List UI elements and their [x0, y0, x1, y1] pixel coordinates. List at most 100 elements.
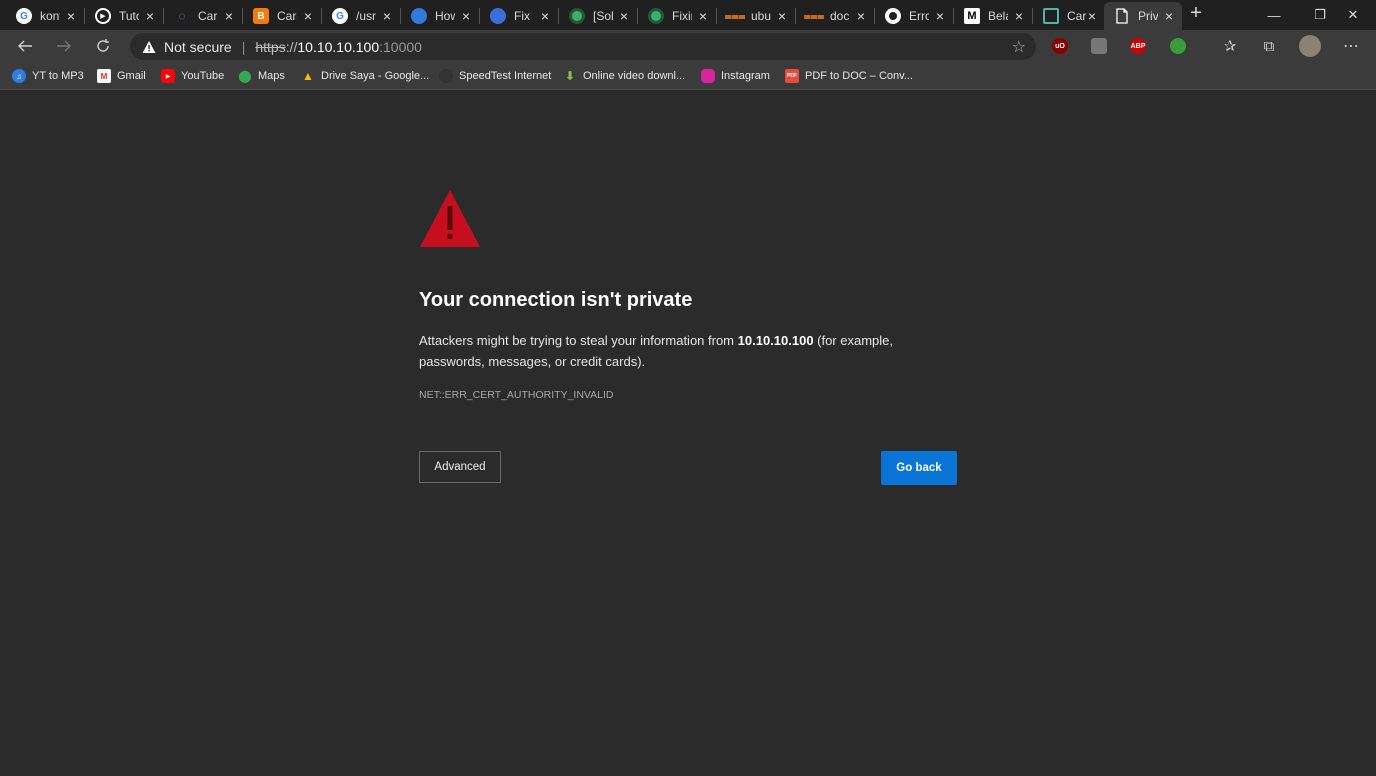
url-scheme: https: [255, 38, 286, 55]
advanced-button[interactable]: Advanced: [419, 451, 501, 483]
close-icon[interactable]: ×: [538, 9, 552, 23]
bookmark[interactable]: ▶ YouTube: [161, 68, 224, 84]
bubble-icon: [411, 8, 427, 24]
tab[interactable]: ▶ Tuto ×: [85, 2, 164, 30]
tab[interactable]: B Cara ×: [243, 2, 322, 30]
bookmark-label: SpeedTest Internet: [459, 70, 552, 82]
refresh-icon: [97, 39, 109, 52]
globe-icon: [490, 8, 506, 24]
tab[interactable]: ⩶ doc ×: [796, 2, 875, 30]
bookmark-label: Maps: [258, 70, 285, 82]
tab-title: Fix: [514, 9, 530, 23]
tab[interactable]: ◌ Cara ×: [164, 2, 243, 30]
tab[interactable]: How ×: [401, 2, 480, 30]
stackexchange-icon: ⩶: [724, 8, 746, 23]
favorites-button[interactable]: ✰: [1218, 34, 1242, 58]
bookmarks-bar: ♫ YT to MP3 M Gmail ▶ YouTube ⬤ Maps ▲ D…: [0, 62, 1376, 90]
tab-title: Cara: [198, 9, 218, 23]
close-icon[interactable]: ×: [696, 9, 710, 23]
tab-title: /usr: [356, 9, 376, 23]
tab-title: [Sol: [593, 9, 613, 23]
minimize-button[interactable]: —: [1251, 0, 1297, 30]
close-icon[interactable]: ×: [459, 9, 473, 23]
bookmark-label: Instagram: [721, 70, 770, 82]
headphones-icon: ♫: [12, 69, 26, 83]
menu-button[interactable]: ⋯: [1339, 34, 1363, 58]
bookmark[interactable]: PDF PDF to DOC – Conv...: [785, 68, 913, 84]
tab[interactable]: G kont ×: [6, 2, 85, 30]
tab-title: Tuto: [119, 9, 139, 23]
extension-icon[interactable]: [1170, 38, 1186, 54]
security-label[interactable]: Not secure: [164, 39, 232, 55]
close-icon[interactable]: ×: [617, 9, 631, 23]
blogger-icon: B: [253, 8, 269, 24]
page-icon: [1043, 8, 1059, 24]
tab-title: How: [435, 9, 455, 23]
bookmark-label: Gmail: [117, 70, 146, 82]
pdf-icon: PDF: [785, 69, 799, 83]
forward-button[interactable]: [52, 34, 76, 58]
close-icon[interactable]: ×: [775, 9, 789, 23]
ubuntu-icon: [648, 8, 664, 24]
close-icon[interactable]: ×: [301, 9, 315, 23]
bookmark[interactable]: ⬇ Online video downl...: [563, 68, 685, 84]
close-icon[interactable]: ×: [64, 9, 78, 23]
ublock-icon[interactable]: uO: [1052, 38, 1068, 54]
tab[interactable]: Cara ×: [1033, 2, 1105, 30]
bookmark-label: YouTube: [181, 70, 225, 82]
tab-strip: G kont × ▶ Tuto × ◌ Cara × B Cara × G /u…: [0, 0, 1376, 30]
close-icon[interactable]: ×: [1085, 9, 1099, 23]
tab-title: Fixin: [672, 9, 692, 23]
toolbar: Not secure | https://10.10.10.100:10000 …: [0, 30, 1376, 62]
tab-title: Cara: [277, 9, 297, 23]
swirl-icon: ◌: [178, 9, 186, 23]
tab[interactable]: M Bela ×: [954, 2, 1033, 30]
tab[interactable]: Fix ×: [480, 2, 559, 30]
warning-icon: [142, 40, 156, 53]
collections-icon: ⧉: [1263, 37, 1275, 55]
address-bar[interactable]: Not secure | https://10.10.10.100:10000 …: [130, 33, 1036, 60]
bookmark[interactable]: ⬤ Maps: [238, 68, 285, 84]
go-back-button[interactable]: Go back: [881, 451, 957, 485]
star-icon[interactable]: ☆: [1012, 37, 1026, 57]
bookmark[interactable]: ▲ Drive Saya - Google...: [301, 68, 429, 84]
github-icon: [885, 8, 901, 24]
tab[interactable]: G /usr ×: [322, 2, 401, 30]
more-icon: ⋯: [1343, 38, 1359, 55]
back-button[interactable]: [13, 34, 37, 58]
url-host: 10.10.10.100: [297, 38, 380, 55]
close-window-button[interactable]: ✕: [1330, 0, 1376, 30]
refresh-button[interactable]: [91, 34, 115, 58]
close-icon[interactable]: ×: [933, 9, 947, 23]
error-description: Attackers might be trying to steal your …: [419, 333, 894, 369]
bookmark[interactable]: M Gmail: [97, 68, 146, 84]
bookmark[interactable]: ♫ YT to MP3: [12, 68, 84, 84]
tab-active[interactable]: Priv ×: [1104, 2, 1182, 30]
collections-button[interactable]: ⧉: [1257, 34, 1281, 58]
extension-icon[interactable]: [1091, 38, 1107, 54]
close-icon[interactable]: ×: [1162, 9, 1176, 23]
close-icon[interactable]: ×: [380, 9, 394, 23]
bookmark-label: Online video downl...: [583, 70, 686, 82]
close-icon[interactable]: ×: [1012, 9, 1026, 23]
url-separator: ://: [285, 38, 298, 55]
maps-icon: ⬤: [238, 69, 252, 83]
tab[interactable]: Erro ×: [875, 2, 954, 30]
bookmark[interactable]: Instagram: [701, 68, 770, 84]
host-name: 10.10.10.100: [737, 333, 814, 348]
tab-title: Cara: [1067, 9, 1087, 23]
new-tab-button[interactable]: +: [1186, 3, 1206, 24]
bookmark[interactable]: SpeedTest Internet: [439, 68, 551, 84]
tab-title: Priv: [1138, 9, 1158, 23]
close-icon[interactable]: ×: [854, 9, 868, 23]
tab[interactable]: ⩶ ubu ×: [717, 2, 796, 30]
adblock-icon[interactable]: ABP: [1130, 38, 1146, 54]
tab[interactable]: Fixin ×: [638, 2, 717, 30]
profile-button[interactable]: [1298, 34, 1322, 58]
close-icon[interactable]: ×: [222, 9, 236, 23]
tab[interactable]: [Sol ×: [559, 2, 638, 30]
page-content: Your connection isn't private Attackers …: [0, 91, 1376, 776]
youtube-icon: ▶: [161, 69, 175, 83]
avatar[interactable]: [1299, 35, 1321, 57]
close-icon[interactable]: ×: [143, 9, 157, 23]
